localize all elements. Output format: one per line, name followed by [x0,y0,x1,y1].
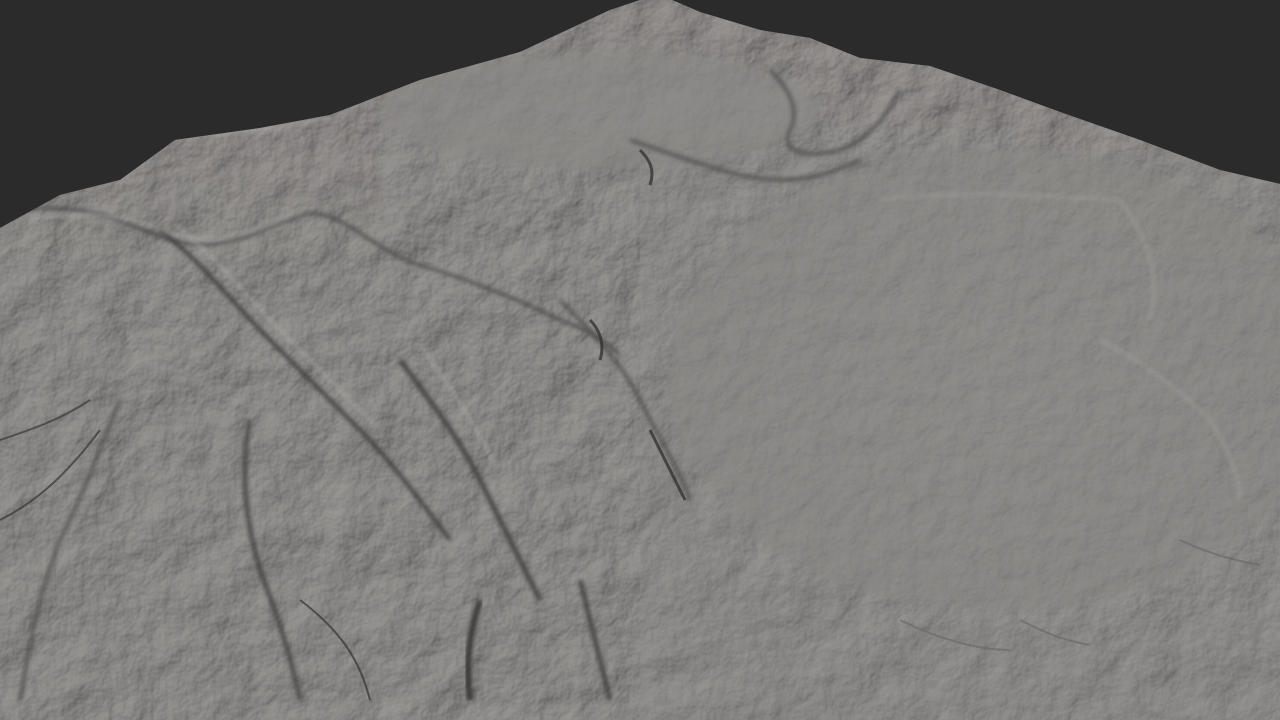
3d-viewport[interactable] [0,0,1280,720]
terrain-render [0,0,1280,720]
